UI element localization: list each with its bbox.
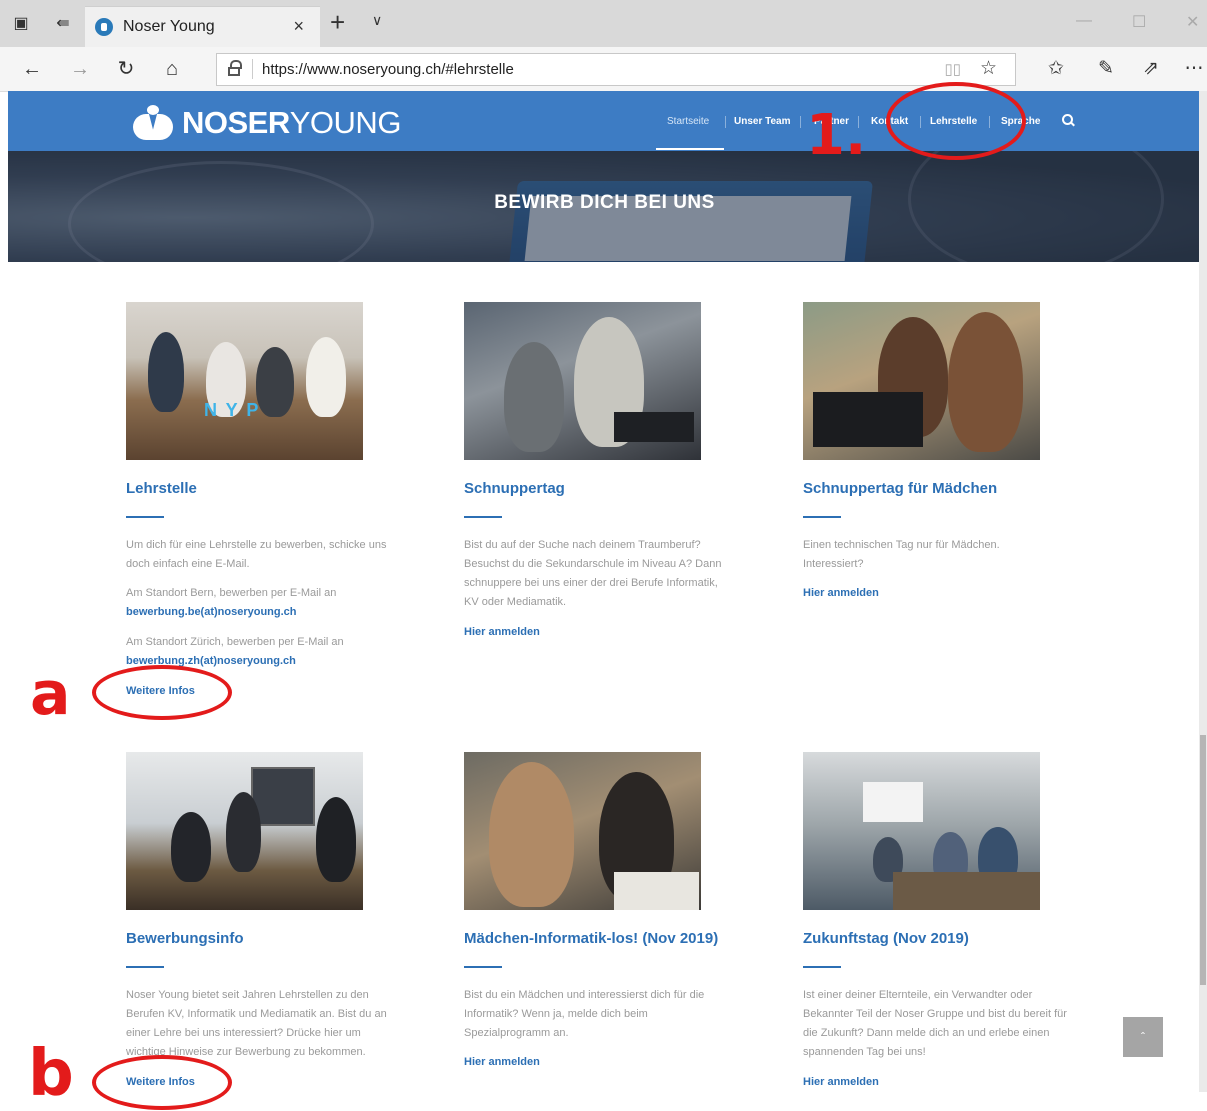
annotation-label-1: 1.	[806, 103, 867, 168]
reading-view-icon[interactable]: ▯▯	[944, 60, 961, 78]
favorite-star-icon[interactable]: ☆	[980, 57, 997, 80]
annotation-circle-a	[92, 665, 232, 720]
tab-preview-icon[interactable]: ▣	[10, 13, 32, 35]
title-rule	[464, 516, 502, 518]
card-title[interactable]: Bewerbungsinfo	[126, 930, 244, 947]
nyp-sign: N Y P	[204, 400, 261, 420]
annotation-label-a: a	[30, 659, 71, 729]
noseryoung-logo-icon[interactable]	[128, 105, 178, 141]
more-icon[interactable]: ⋯	[1181, 57, 1207, 80]
nav-unser-team[interactable]: Unser Team	[734, 116, 791, 127]
hier-anmelden-link[interactable]: Hier anmelden	[464, 1056, 540, 1068]
favicon-icon	[95, 18, 113, 36]
new-tab-button[interactable]: +	[330, 8, 345, 36]
back-icon[interactable]: ←	[20, 57, 44, 81]
refresh-icon[interactable]: ↻	[114, 57, 138, 81]
tab-close-button[interactable]: ×	[293, 16, 304, 37]
card-text: Bist du ein Mädchen und interessierst di…	[464, 989, 705, 1039]
email-bern-link[interactable]: bewerbung.be(at)noseryoung.ch	[126, 606, 297, 618]
back-to-top-button[interactable]: ˆ	[1123, 1017, 1163, 1057]
address-toolbar: ← → ↻ ⌂ https://www.noseryoung.ch/#lehrs…	[0, 47, 1207, 92]
card-title[interactable]: Lehrstelle	[126, 480, 197, 497]
title-rule	[803, 966, 841, 968]
card-text: Ist einer deiner Elternteile, ein Verwan…	[803, 989, 1067, 1058]
card-title[interactable]: Schnuppertag für Mädchen	[803, 480, 997, 497]
card-text: Noser Young bietet seit Jahren Lehrstell…	[126, 989, 387, 1058]
url-field[interactable]: https://www.noseryoung.ch/#lehrstelle ▯▯…	[216, 53, 1016, 86]
hero-title: BEWIRB DICH BEI UNS	[494, 192, 715, 213]
card-title[interactable]: Schnuppertag	[464, 480, 565, 497]
card-text: Um dich für eine Lehrstelle zu bewerben,…	[126, 539, 387, 570]
bewerbungsinfo-photo	[126, 752, 363, 910]
nav-active-indicator	[656, 148, 724, 150]
tab-title: Noser Young	[123, 18, 215, 35]
card-title[interactable]: Mädchen-Informatik-los! (Nov 2019)	[464, 930, 718, 947]
zukunftstag-photo	[803, 752, 1040, 910]
title-rule	[464, 966, 502, 968]
schnuppertag-photo	[464, 302, 701, 460]
close-window-icon[interactable]: ✕	[1186, 12, 1199, 32]
hier-anmelden-link[interactable]: Hier anmelden	[464, 626, 540, 638]
annotation-circle-1	[886, 82, 1026, 160]
hier-anmelden-link[interactable]: Hier anmelden	[803, 587, 879, 599]
forward-icon[interactable]: →	[68, 57, 92, 81]
lehrstelle-photo: N Y P	[126, 302, 363, 460]
hier-anmelden-link[interactable]: Hier anmelden	[803, 1076, 879, 1088]
title-rule	[803, 516, 841, 518]
set-aside-tabs-icon[interactable]: ⇚	[52, 13, 74, 35]
card-title[interactable]: Zukunftstag (Nov 2019)	[803, 930, 969, 947]
pen-icon[interactable]: ✎	[1093, 57, 1119, 80]
browser-tab-bar: ▣ ⇚ Noser Young × + ∨ — ☐ ✕	[0, 0, 1207, 48]
lock-icon	[227, 60, 242, 76]
tab-list-chevron-icon[interactable]: ∨	[372, 12, 382, 29]
schnuppertag-maedchen-photo	[803, 302, 1040, 460]
title-rule	[126, 516, 164, 518]
browser-tab[interactable]: Noser Young ×	[85, 6, 320, 48]
search-icon[interactable]	[1062, 114, 1075, 127]
url-text[interactable]: https://www.noseryoung.ch/#lehrstelle	[262, 61, 514, 78]
scrollbar-thumb[interactable]	[1200, 735, 1206, 985]
card-text-bern: Am Standort Bern, bewerben per E-Mail an…	[126, 587, 337, 618]
home-icon[interactable]: ⌂	[160, 57, 184, 81]
minimize-icon[interactable]: —	[1076, 12, 1092, 30]
card-text: Bist du auf der Suche nach deinem Traumb…	[464, 539, 722, 608]
nav-startseite[interactable]: Startseite	[667, 116, 709, 127]
share-icon[interactable]: ⇗	[1138, 57, 1164, 80]
annotation-label-b: b	[28, 1037, 74, 1111]
maximize-icon[interactable]: ☐	[1132, 12, 1146, 32]
favorites-icon[interactable]: ✩	[1043, 57, 1069, 80]
annotation-circle-b	[92, 1055, 232, 1110]
card-text: Einen technischen Tag nur für Mädchen. I…	[803, 539, 1000, 570]
site-logo[interactable]: NOSERYOUNG	[182, 105, 401, 141]
maedchen-informatik-photo	[464, 752, 701, 910]
hero-banner: BEWIRB DICH BEI UNS	[8, 151, 1201, 262]
title-rule	[126, 966, 164, 968]
